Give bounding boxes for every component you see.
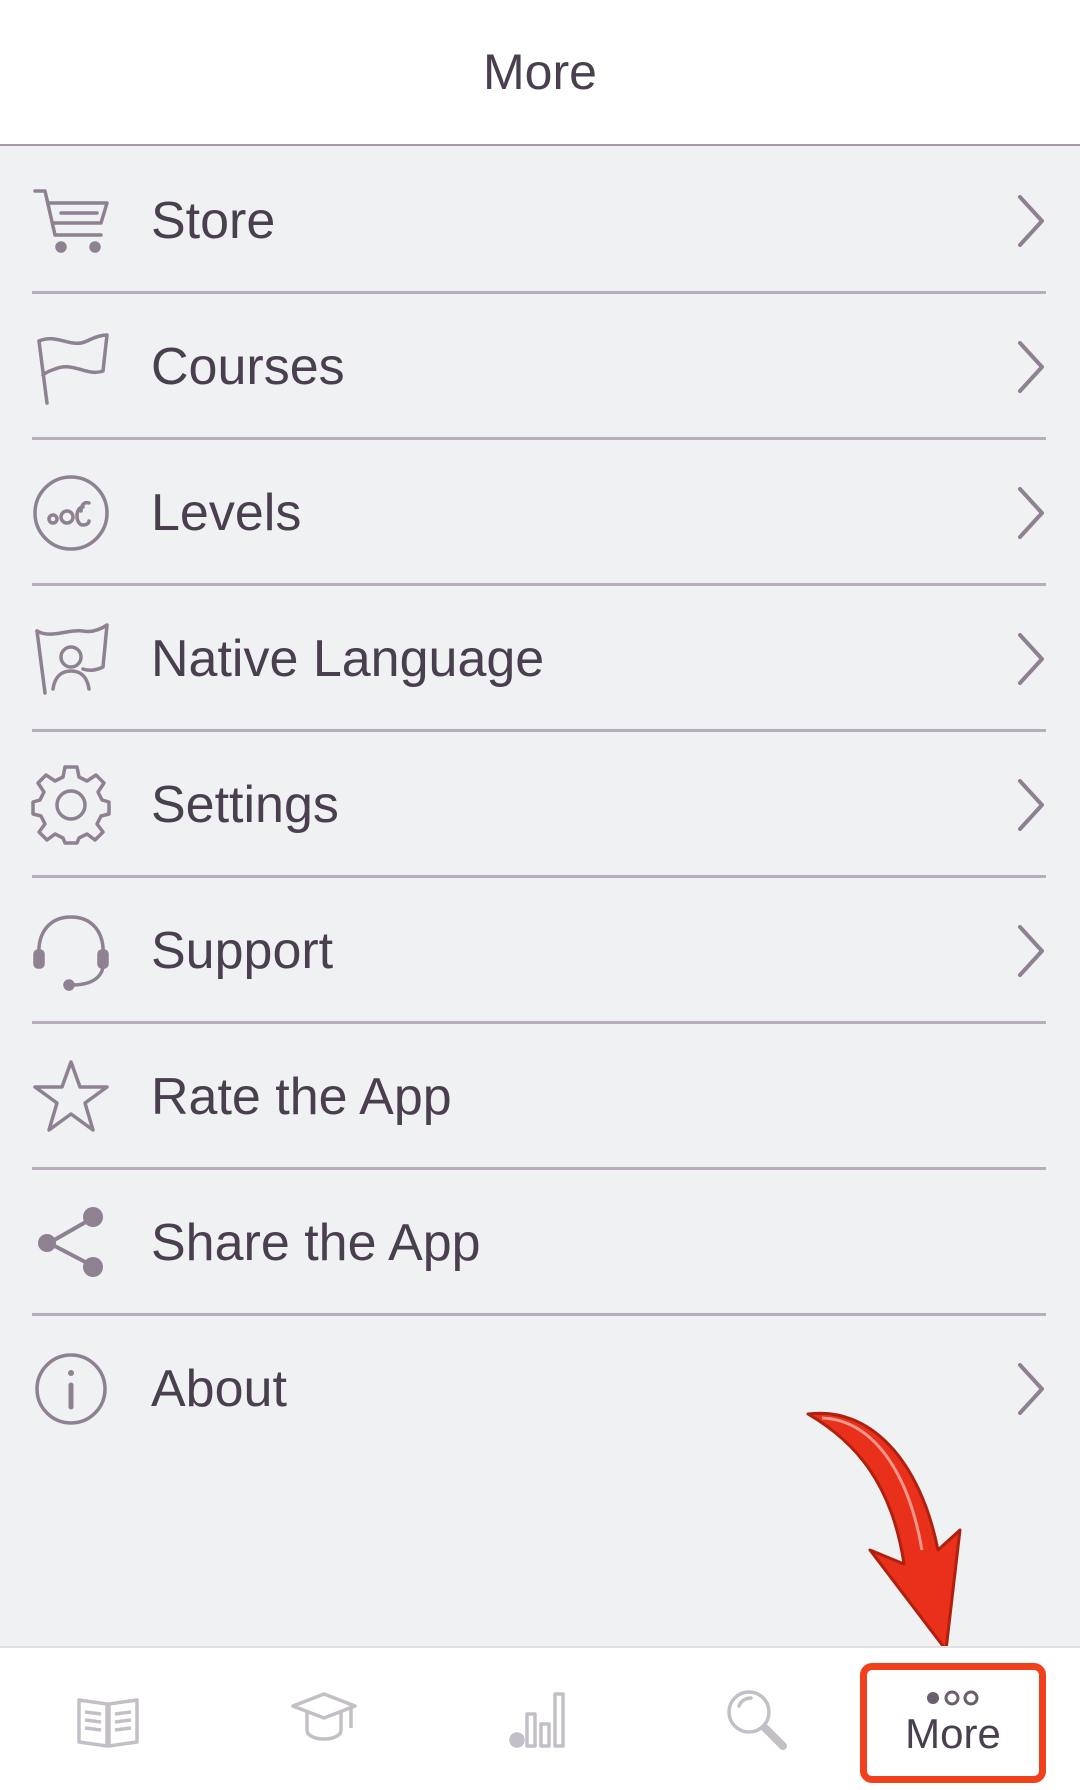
menu-item-support[interactable]: Support (0, 878, 1080, 1024)
menu-item-rate-app[interactable]: Rate the App (0, 1024, 1080, 1170)
menu-item-label: Store (151, 192, 276, 250)
headset-icon (30, 910, 112, 992)
chevron-right-icon (1014, 193, 1048, 249)
info-icon (30, 1348, 112, 1430)
levels-icon (30, 472, 112, 554)
book-icon (77, 1698, 139, 1748)
stats-icon (509, 1692, 565, 1748)
menu-item-label: Rate the App (151, 1068, 452, 1126)
more-dots-icon (927, 1690, 979, 1706)
menu-item-courses[interactable]: Courses (0, 294, 1080, 440)
share-icon (30, 1202, 112, 1284)
chevron-right-icon (1014, 485, 1048, 541)
chevron-right-icon (1014, 339, 1048, 395)
more-menu: Store Courses Levels Native Language Set… (0, 148, 1080, 1462)
annotation-arrow (806, 1411, 962, 1650)
tab-courses[interactable] (216, 1648, 432, 1790)
gear-icon (30, 764, 112, 846)
tab-more[interactable]: More (860, 1663, 1046, 1783)
cart-icon (30, 180, 112, 262)
graduation-cap-icon (291, 1692, 357, 1741)
search-icon (727, 1690, 787, 1750)
top-bar: More (0, 0, 1080, 146)
menu-item-levels[interactable]: Levels (0, 440, 1080, 586)
menu-item-label: Support (151, 922, 334, 980)
menu-item-label: About (151, 1360, 287, 1418)
chevron-right-icon (1014, 923, 1048, 979)
tab-lessons[interactable] (0, 1648, 216, 1790)
menu-item-label: Share the App (151, 1214, 481, 1272)
flag-icon (30, 326, 112, 408)
menu-item-store[interactable]: Store (0, 148, 1080, 294)
page-title: More (483, 44, 597, 100)
tab-more-label: More (905, 1710, 1001, 1757)
menu-item-label: Levels (151, 484, 302, 542)
chevron-right-icon (1014, 777, 1048, 833)
menu-item-settings[interactable]: Settings (0, 732, 1080, 878)
tab-search[interactable] (648, 1648, 864, 1790)
menu-item-label: Settings (151, 776, 339, 834)
menu-item-label: Courses (151, 338, 345, 396)
menu-item-label: Native Language (151, 630, 545, 688)
native-language-icon (30, 618, 112, 700)
chevron-right-icon (1014, 1361, 1048, 1417)
menu-item-share-app[interactable]: Share the App (0, 1170, 1080, 1316)
tab-statistics[interactable] (432, 1648, 648, 1790)
menu-item-native-language[interactable]: Native Language (0, 586, 1080, 732)
chevron-right-icon (1014, 631, 1048, 687)
star-icon (30, 1056, 112, 1138)
